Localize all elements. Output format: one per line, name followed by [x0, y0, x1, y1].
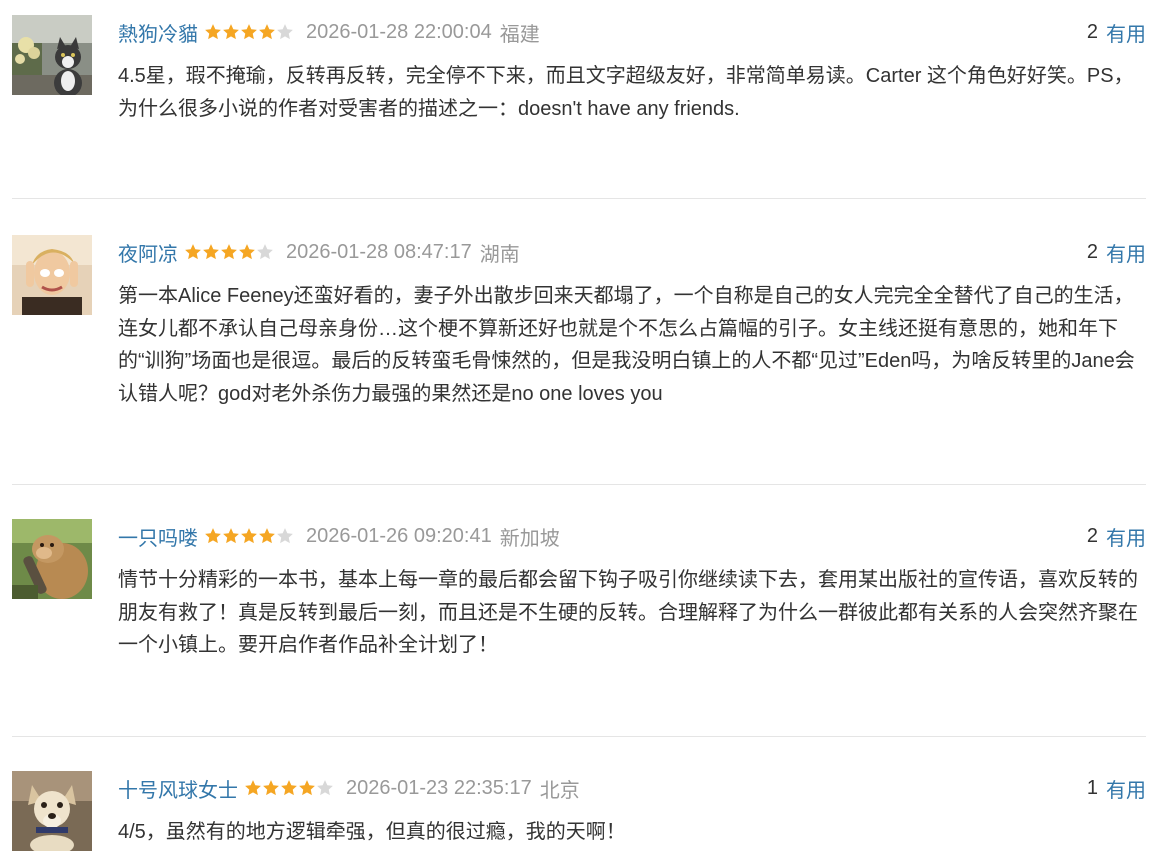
star-filled-icon	[221, 244, 237, 260]
star-empty-icon	[317, 780, 333, 796]
star-empty-icon	[277, 528, 293, 544]
review-timestamp: 2026-01-23 22:35:17	[346, 776, 532, 799]
dog-photo-avatar[interactable]	[12, 771, 92, 851]
star-rating	[204, 527, 294, 545]
review-meta: 一只吗喽 2026-01-26 09:20:41 新加坡	[118, 521, 560, 551]
review-list: 熱狗冷貓 2026-01-28 22:00:04 福建 2 有用 4.5星，瑕不…	[0, 0, 1164, 860]
review-divider	[12, 198, 1146, 199]
review-location: 湖南	[479, 243, 520, 266]
useful-count: 2	[1086, 240, 1098, 263]
star-rating	[244, 779, 334, 797]
review-meta: 熱狗冷貓 2026-01-28 22:00:04 福建	[118, 17, 540, 47]
review-username[interactable]: 一只吗喽	[118, 522, 198, 551]
useful-count: 1	[1086, 776, 1098, 799]
star-filled-icon	[205, 528, 221, 544]
star-filled-icon	[205, 24, 221, 40]
review-content: 情节十分精彩的一本书，基本上每一章的最后都会留下钩子吸引你继续读下去，套用某出版…	[118, 569, 1138, 656]
review-meta: 夜阿凉 2026-01-28 08:47:17 湖南	[118, 237, 520, 267]
cat-photo-avatar[interactable]	[12, 15, 92, 95]
star-empty-icon	[277, 24, 293, 40]
useful-button[interactable]: 有用	[1106, 522, 1146, 551]
star-filled-icon	[239, 244, 255, 260]
useful-vote: 2 有用	[1087, 521, 1146, 551]
star-rating	[184, 243, 274, 261]
star-filled-icon	[223, 24, 239, 40]
useful-button[interactable]: 有用	[1106, 238, 1146, 267]
star-filled-icon	[245, 780, 261, 796]
review-content: 4/5，虽然有的地方逻辑牵强，但真的很过瘾，我的天啊！	[118, 821, 626, 843]
review-username[interactable]: 十号风球女士	[118, 774, 238, 803]
review-username[interactable]: 夜阿凉	[118, 238, 178, 267]
review-timestamp: 2026-01-28 08:47:17	[286, 240, 472, 263]
useful-count: 2	[1086, 524, 1098, 547]
star-filled-icon	[223, 528, 239, 544]
star-rating	[204, 23, 294, 41]
star-filled-icon	[259, 24, 275, 40]
review-divider	[12, 736, 1146, 737]
star-filled-icon	[185, 244, 201, 260]
star-filled-icon	[241, 24, 257, 40]
review-username[interactable]: 熱狗冷貓	[118, 18, 198, 47]
person-photo-avatar[interactable]	[12, 235, 92, 315]
review-location: 新加坡	[499, 527, 560, 550]
useful-button[interactable]: 有用	[1106, 774, 1146, 803]
review-content: 4.5星，瑕不掩瑜，反转再反转，完全停不下来，而且文字超级友好，非常简单易读。C…	[118, 65, 1134, 120]
star-filled-icon	[281, 780, 297, 796]
monkey-photo-avatar[interactable]	[12, 519, 92, 599]
useful-vote: 2 有用	[1087, 17, 1146, 47]
review-timestamp: 2026-01-26 09:20:41	[306, 524, 492, 547]
useful-vote: 2 有用	[1087, 237, 1146, 267]
review-meta: 十号风球女士 2026-01-23 22:35:17 北京	[118, 773, 580, 803]
star-filled-icon	[263, 780, 279, 796]
review-location: 北京	[539, 779, 580, 802]
review-location: 福建	[499, 23, 540, 46]
useful-button[interactable]: 有用	[1106, 18, 1146, 47]
star-filled-icon	[259, 528, 275, 544]
star-empty-icon	[257, 244, 273, 260]
star-filled-icon	[299, 780, 315, 796]
review-timestamp: 2026-01-28 22:00:04	[306, 20, 492, 43]
star-filled-icon	[241, 528, 257, 544]
review-content: 第一本Alice Feeney还蛮好看的，妻子外出散步回来天都塌了，一个自称是自…	[118, 285, 1135, 405]
star-filled-icon	[203, 244, 219, 260]
useful-count: 2	[1086, 20, 1098, 43]
review-divider	[12, 484, 1146, 485]
useful-vote: 1 有用	[1087, 773, 1146, 803]
